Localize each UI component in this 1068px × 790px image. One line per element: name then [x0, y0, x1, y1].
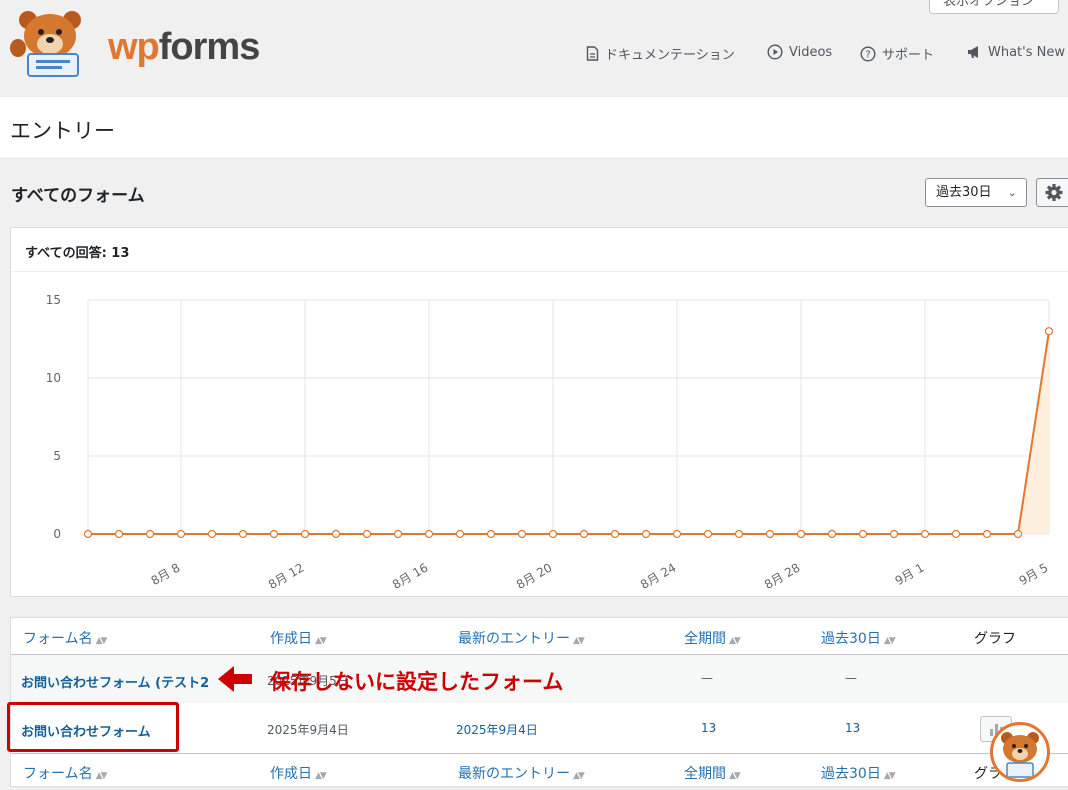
- data-point: [331, 529, 341, 539]
- data-point: [796, 529, 806, 539]
- data-point: [362, 529, 372, 539]
- videos-link-label: Videos: [789, 44, 833, 60]
- support-link[interactable]: ? サポート: [860, 44, 934, 63]
- last-30-count-link[interactable]: 13: [845, 721, 860, 735]
- x-tick-label: 8月 16: [390, 560, 431, 591]
- series-area: [88, 331, 1049, 534]
- footer-last-30-days[interactable]: 過去30日 ▲▼: [821, 763, 896, 783]
- data-point: [300, 529, 310, 539]
- whats-new-link[interactable]: What's New: [966, 44, 1065, 60]
- series-line: [88, 331, 1050, 535]
- header-latest-entry[interactable]: 最新のエントリー ▲▼: [458, 628, 585, 648]
- docs-link-label: ドキュメンテーション: [605, 48, 735, 63]
- data-point: [982, 529, 992, 539]
- videos-link[interactable]: Videos: [767, 44, 832, 60]
- data-point: [455, 529, 465, 539]
- header-all-time[interactable]: 全期間 ▲▼: [684, 628, 741, 648]
- header-last-30-days[interactable]: 過去30日 ▲▼: [821, 628, 896, 648]
- data-point: [1044, 327, 1054, 336]
- data-point: [765, 529, 775, 539]
- svg-text:?: ?: [865, 49, 870, 60]
- whats-new-link-label: What's New: [988, 44, 1065, 60]
- data-point: [889, 529, 899, 539]
- data-point: [424, 529, 434, 539]
- data-point: [176, 529, 186, 539]
- data-point: [951, 529, 961, 539]
- last-30-count: —: [845, 671, 857, 685]
- data-point: [548, 529, 558, 539]
- title-bar: [0, 97, 1068, 157]
- data-point: [734, 529, 744, 539]
- support-link-label: サポート: [882, 48, 935, 63]
- y-tick-label: 15: [46, 293, 61, 307]
- form-name-link[interactable]: お問い合わせフォーム (テスト2: [21, 672, 209, 691]
- x-tick-label: 9月 5: [1017, 560, 1051, 588]
- latest-entry-link[interactable]: 2025年9月4日: [456, 721, 538, 738]
- header-form-name[interactable]: フォーム名 ▲▼: [23, 628, 107, 648]
- chart-settings-button[interactable]: [1036, 178, 1068, 207]
- y-tick-label: 5: [53, 449, 61, 463]
- table-header: フォーム名 ▲▼ 作成日 ▲▼ 最新のエントリー ▲▼ 全期間 ▲▼ 過去30日 ▲▼ グ…: [11, 618, 1068, 655]
- screen-options-button[interactable]: 表示オプション ˅: [929, 0, 1059, 14]
- x-tick-label: 8月 8: [149, 560, 183, 588]
- annotation-text: 保存しないに設定したフォーム: [270, 670, 564, 694]
- bear-mascot-icon: [1001, 732, 1039, 778]
- data-point: [858, 529, 868, 539]
- footer-all-time[interactable]: 全期間 ▲▼: [684, 763, 741, 783]
- x-tick-label: 8月 24: [638, 560, 679, 591]
- header-created[interactable]: 作成日 ▲▼: [270, 628, 327, 648]
- data-point: [610, 529, 620, 539]
- x-tick-label: 8月 12: [266, 560, 307, 591]
- period-select[interactable]: 過去30日 ⌄: [925, 178, 1027, 207]
- data-point: [486, 529, 496, 539]
- docs-link[interactable]: ドキュメンテーション: [586, 44, 735, 63]
- help-icon: ?: [860, 45, 876, 62]
- data-point: [1013, 529, 1023, 539]
- footer-form-name[interactable]: フォーム名 ▲▼: [23, 763, 107, 783]
- data-point: [269, 529, 279, 539]
- y-tick-label: 0: [53, 527, 61, 541]
- data-point: [641, 529, 651, 539]
- footer-created[interactable]: 作成日 ▲▼: [270, 763, 327, 783]
- data-point: [672, 529, 682, 539]
- document-icon: [586, 46, 599, 61]
- help-mascot-button[interactable]: [990, 722, 1050, 782]
- created-date: 2025年9月4日: [267, 723, 349, 737]
- data-point: [114, 529, 124, 539]
- data-point: [920, 529, 930, 539]
- x-tick-label: 8月 20: [514, 560, 555, 591]
- data-point: [393, 529, 403, 539]
- data-point: [238, 529, 248, 539]
- gear-icon: [1045, 184, 1063, 201]
- data-point: [579, 529, 589, 539]
- logo-text: wpforms: [108, 26, 260, 68]
- all-time-count: —: [701, 671, 713, 685]
- data-point: [145, 529, 155, 539]
- data-point: [83, 529, 93, 539]
- red-arrow-icon: [218, 666, 252, 692]
- play-icon: [767, 44, 783, 60]
- data-point: [827, 529, 837, 539]
- entries-chart: 15 10 5 0 8月 8 8月 12 8月 16 8月 20 8月 24 8月 28 9月 1 9…: [46, 293, 1054, 592]
- footer-latest-entry[interactable]: 最新のエントリー ▲▼: [458, 763, 585, 783]
- wpforms-logo[interactable]: wpforms: [8, 8, 260, 78]
- period-select-value: 過去30日: [936, 185, 992, 200]
- chart-card: すべての回答: 13 15 10 5 0 8月 8 8月 12 8月 16 8月 20 8月 2…: [10, 227, 1068, 597]
- data-point: [207, 529, 217, 539]
- header-graph: グラフ: [974, 631, 1016, 647]
- data-point: [703, 529, 713, 539]
- page-title: エントリー: [10, 119, 115, 143]
- table-footer: フォーム名 ▲▼ 作成日 ▲▼ 最新のエントリー ▲▼ 全期間 ▲▼ 過去30日 ▲▼ グ…: [11, 753, 1068, 790]
- bear-mascot-icon: [10, 11, 81, 77]
- data-point: [517, 529, 527, 539]
- section-title: すべてのフォーム: [11, 186, 145, 206]
- megaphone-icon: [968, 46, 978, 58]
- y-tick-label: 10: [46, 371, 61, 385]
- highlight-box: [7, 702, 179, 752]
- x-tick-label: 9月 1: [893, 560, 927, 588]
- x-tick-label: 8月 28: [762, 560, 803, 591]
- all-time-count-link[interactable]: 13: [701, 721, 716, 735]
- chevron-down-icon: ⌄: [1007, 186, 1017, 199]
